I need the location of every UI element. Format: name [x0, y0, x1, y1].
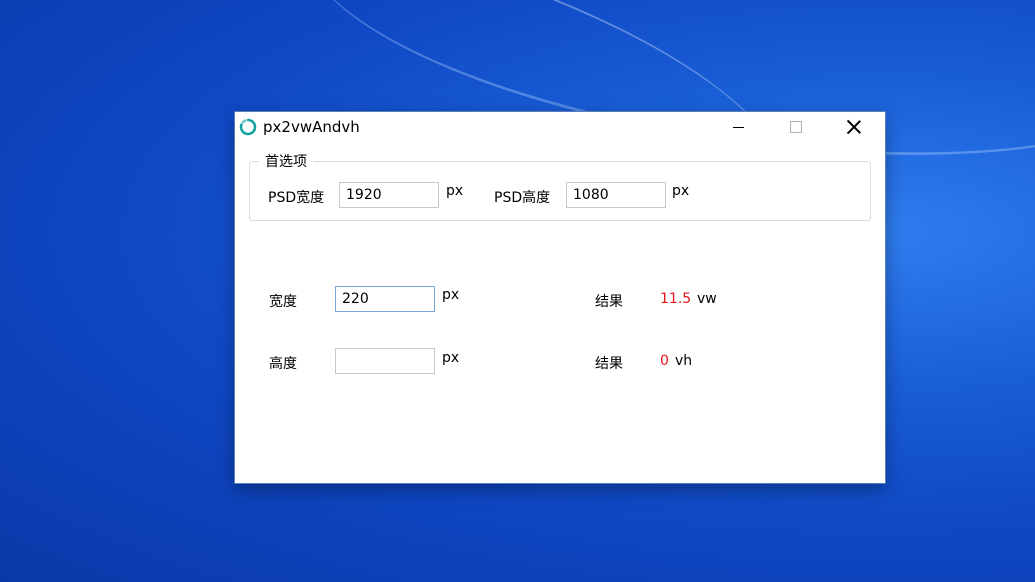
psd-height-label: PSD高度 — [494, 190, 551, 206]
preferences-legend: 首选项 — [259, 151, 313, 171]
psd-width-input[interactable] — [339, 182, 439, 208]
height-label: 高度 — [269, 356, 297, 372]
width-result-label: 结果 — [595, 294, 623, 310]
minimize-icon — [732, 126, 744, 128]
psd-width-unit: px — [446, 183, 464, 199]
minimize-button[interactable] — [715, 112, 761, 142]
app-loading-icon — [239, 118, 257, 136]
height-unit: px — [442, 350, 460, 366]
maximize-icon — [790, 121, 802, 133]
height-result-label: 结果 — [595, 356, 623, 372]
width-input[interactable] — [335, 286, 435, 312]
width-result-value: 11.5 — [660, 291, 692, 307]
height-result-unit: vh — [675, 353, 693, 369]
width-result-unit: vw — [697, 291, 717, 307]
app-window: px2vwAndvh 首选项 PSD宽度 px PSD高度 px 宽度 px 结… — [235, 112, 885, 483]
height-input[interactable] — [335, 348, 435, 374]
width-unit: px — [442, 287, 460, 303]
width-label: 宽度 — [269, 294, 297, 310]
maximize-button[interactable] — [773, 112, 819, 142]
window-title: px2vwAndvh — [263, 118, 360, 136]
psd-width-label: PSD宽度 — [268, 190, 325, 206]
psd-height-unit: px — [672, 183, 690, 199]
psd-height-input[interactable] — [566, 182, 666, 208]
height-result-value: 0 — [660, 353, 669, 369]
close-button[interactable] — [831, 112, 877, 142]
close-icon — [847, 120, 861, 134]
title-bar[interactable]: px2vwAndvh — [235, 112, 885, 142]
